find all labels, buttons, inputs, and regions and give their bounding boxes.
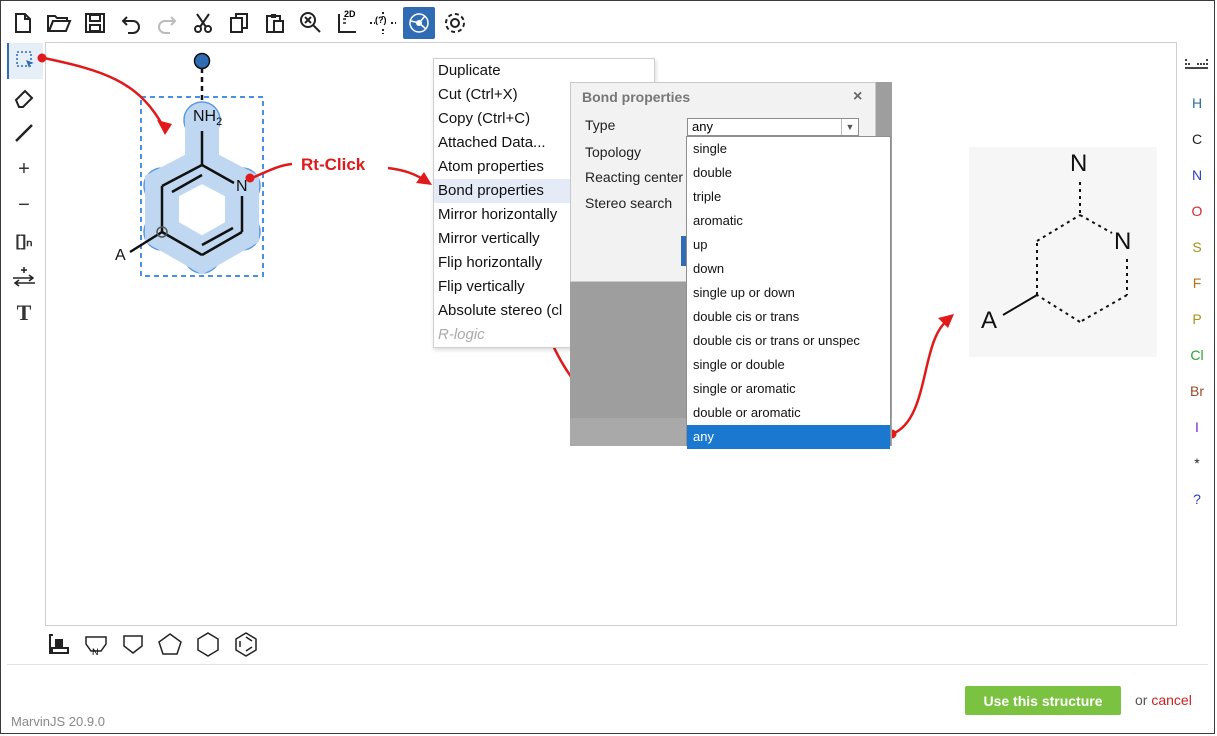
bond-type-option[interactable]: any <box>687 425 890 449</box>
close-icon[interactable]: × <box>853 88 862 106</box>
redo-icon[interactable] <box>151 7 183 39</box>
type-label: Type <box>585 117 616 133</box>
element-P[interactable]: P <box>1181 301 1213 337</box>
result-structure: N N A <box>969 147 1157 357</box>
element-Cl[interactable]: Cl <box>1181 337 1213 373</box>
or-text: or <box>1135 692 1148 708</box>
type-select-value: any <box>692 119 713 134</box>
subscript-2: 2 <box>216 116 223 129</box>
clean-2d-icon[interactable]: 2D <box>331 7 363 39</box>
open-folder-icon[interactable] <box>43 7 75 39</box>
new-document-icon[interactable] <box>7 7 39 39</box>
gear-icon[interactable] <box>439 7 471 39</box>
reacting-center-label: Reacting center <box>585 169 684 185</box>
result-n-ring: N <box>1114 228 1132 255</box>
nh2-label: NH2 <box>193 108 222 128</box>
bond-type-option[interactable]: double cis or trans <box>687 305 890 329</box>
chevron-down-icon: ▼ <box>841 119 858 135</box>
element-Br[interactable]: Br <box>1181 373 1213 409</box>
dialog-title: Bond properties <box>582 89 691 105</box>
query-icon[interactable]: (?) <box>367 7 399 39</box>
footer-separator <box>7 664 1208 665</box>
result-a-label: A <box>981 307 998 334</box>
paste-icon[interactable] <box>259 7 291 39</box>
element-any[interactable]: * <box>1181 445 1213 481</box>
bond-type-option[interactable]: single up or down <box>687 281 890 305</box>
save-icon[interactable] <box>79 7 111 39</box>
nh-text: NH <box>193 108 217 125</box>
reaction-arrow-tool[interactable] <box>7 259 41 295</box>
clean-2d-label: 2D <box>344 9 356 19</box>
pentagon-house-icon[interactable] <box>121 632 145 661</box>
ring-n-label: N <box>236 178 248 195</box>
use-structure-button[interactable]: Use this structure <box>965 686 1121 715</box>
topology-label: Topology <box>585 144 642 160</box>
charge-minus-tool[interactable]: − <box>7 187 41 223</box>
version-label: MarvinJS 20.9.0 <box>11 714 105 729</box>
zoom-clean-icon[interactable] <box>295 7 327 39</box>
top-toolbar: 2D (?) <box>7 7 471 39</box>
select-tool[interactable] <box>7 43 43 79</box>
hexagon-icon[interactable] <box>195 631 221 662</box>
element-S[interactable]: S <box>1181 229 1213 265</box>
bond-type-option[interactable]: aromatic <box>687 209 890 233</box>
bond-type-option[interactable]: up <box>687 233 890 257</box>
element-N[interactable]: N <box>1181 157 1213 193</box>
active-settings-icon[interactable] <box>403 7 435 39</box>
eraser-tool[interactable] <box>7 79 41 115</box>
stereo-search-label: Stereo search <box>585 195 673 211</box>
undo-icon[interactable] <box>115 7 147 39</box>
benzene-icon[interactable] <box>233 631 259 662</box>
copy-icon[interactable] <box>223 7 255 39</box>
template-icon[interactable] <box>47 632 71 661</box>
element-O[interactable]: O <box>1181 193 1213 229</box>
cancel-link[interactable]: cancel <box>1151 692 1191 708</box>
bond-tool[interactable] <box>7 115 41 151</box>
bond-type-dropdown: single double triple aromatic up down single u… <box>686 136 891 449</box>
template-toolbar: N <box>47 631 259 661</box>
bond-type-option[interactable]: single or aromatic <box>687 377 890 401</box>
element-query[interactable]: ? <box>1181 481 1213 517</box>
pyrrole-n-label: N <box>92 647 99 657</box>
element-F[interactable]: F <box>1181 265 1213 301</box>
element-palette: H C N O S F P Cl Br I *? <box>1181 49 1213 517</box>
type-select[interactable]: any ▼ <box>687 118 859 136</box>
bond-type-option[interactable]: double or aromatic <box>687 401 890 425</box>
query-label: (?) <box>375 15 387 25</box>
text-tool[interactable]: T <box>7 295 41 331</box>
left-toolbar: + − []ₙ T <box>7 43 43 331</box>
bond-type-option[interactable]: single or double <box>687 353 890 377</box>
cancel-area: or cancel <box>1135 692 1192 708</box>
rt-click-annotation: Rt-Click <box>301 155 366 174</box>
bond-type-option[interactable]: double <box>687 161 890 185</box>
bond-type-option[interactable]: double cis or trans or unspec <box>687 329 890 353</box>
bond-type-option[interactable]: down <box>687 257 890 281</box>
bond-type-option[interactable]: single <box>687 137 890 161</box>
bond-type-option[interactable]: triple <box>687 185 890 209</box>
element-H[interactable]: H <box>1181 85 1213 121</box>
menu-item[interactable]: Duplicate <box>434 59 654 83</box>
cut-icon[interactable] <box>187 7 219 39</box>
pyrrole-template-icon[interactable]: N <box>83 634 109 658</box>
element-C[interactable]: C <box>1181 121 1213 157</box>
charge-plus-tool[interactable]: + <box>7 151 41 187</box>
attachment-a-label: A <box>115 247 126 264</box>
periodic-table-icon[interactable] <box>1181 49 1213 85</box>
element-I[interactable]: I <box>1181 409 1213 445</box>
pentagon-icon[interactable] <box>157 632 183 661</box>
result-n-top: N <box>1070 150 1088 177</box>
bracket-tool[interactable]: []ₙ <box>7 223 41 259</box>
